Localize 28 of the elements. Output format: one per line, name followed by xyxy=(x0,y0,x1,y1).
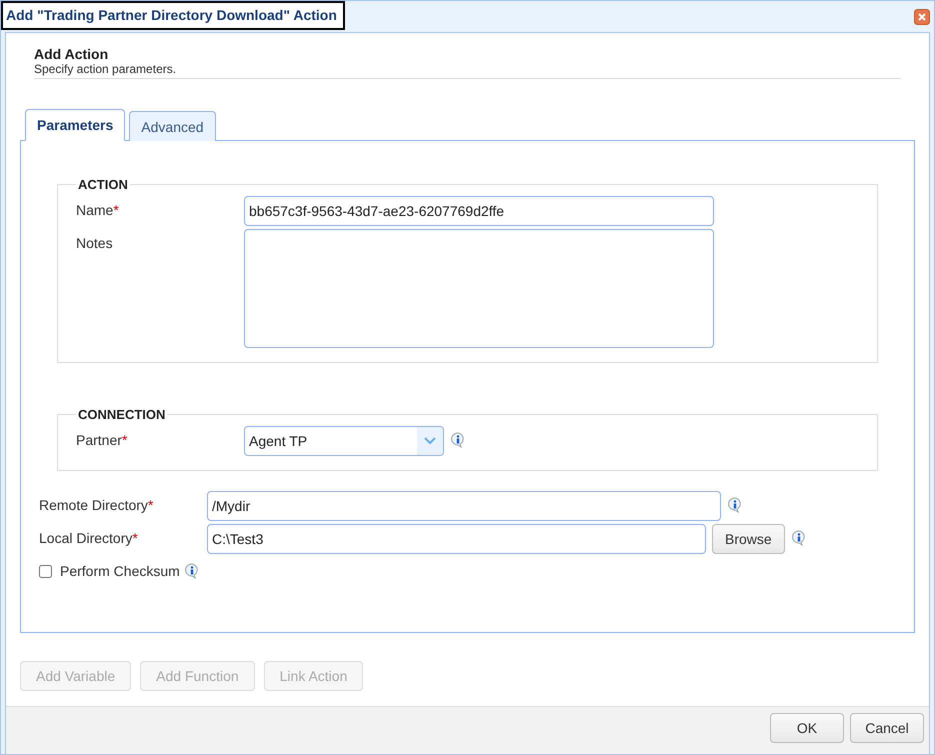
close-icon[interactable] xyxy=(914,8,930,24)
field-label: Local Directory* xyxy=(39,529,139,546)
field-label: Remote Directory* xyxy=(39,496,154,513)
info-icon[interactable] xyxy=(727,497,743,513)
dialog-button[interactable]: Cancel xyxy=(850,713,924,743)
notes-field[interactable] xyxy=(244,229,714,348)
field-label: Notes xyxy=(76,234,114,251)
text-field[interactable]: bb657c3f-9563-43d7-ae23-6207769d2ffe xyxy=(244,196,714,226)
section-legend: CONNECTION xyxy=(76,407,168,422)
window-title: Add "Trading Partner Directory Download" Action xyxy=(1,1,345,30)
tab[interactable]: Advanced xyxy=(129,111,216,141)
section-legend: ACTION xyxy=(76,177,130,192)
info-icon[interactable] xyxy=(450,432,466,448)
field-label: Partner* xyxy=(76,431,128,448)
section-subtitle: Specify action parameters. xyxy=(34,62,178,78)
text-field[interactable]: C:\Test3 xyxy=(207,524,706,554)
dialog-button[interactable]: OK xyxy=(770,713,844,743)
info-icon[interactable] xyxy=(790,530,807,546)
chevron-down-icon xyxy=(424,437,436,445)
checkbox-label: Perform Checksum xyxy=(60,563,180,579)
info-icon[interactable] xyxy=(184,563,200,579)
field-label: Name* xyxy=(76,201,120,218)
partner-dropdown[interactable]: Agent TP xyxy=(244,426,444,456)
checksum-checkbox[interactable] xyxy=(39,564,52,578)
text-field[interactable]: /Mydir xyxy=(207,491,721,521)
tab[interactable]: Parameters xyxy=(25,109,126,141)
browse-button[interactable]: Browse xyxy=(712,524,785,554)
section-title: Add Action xyxy=(34,46,110,62)
